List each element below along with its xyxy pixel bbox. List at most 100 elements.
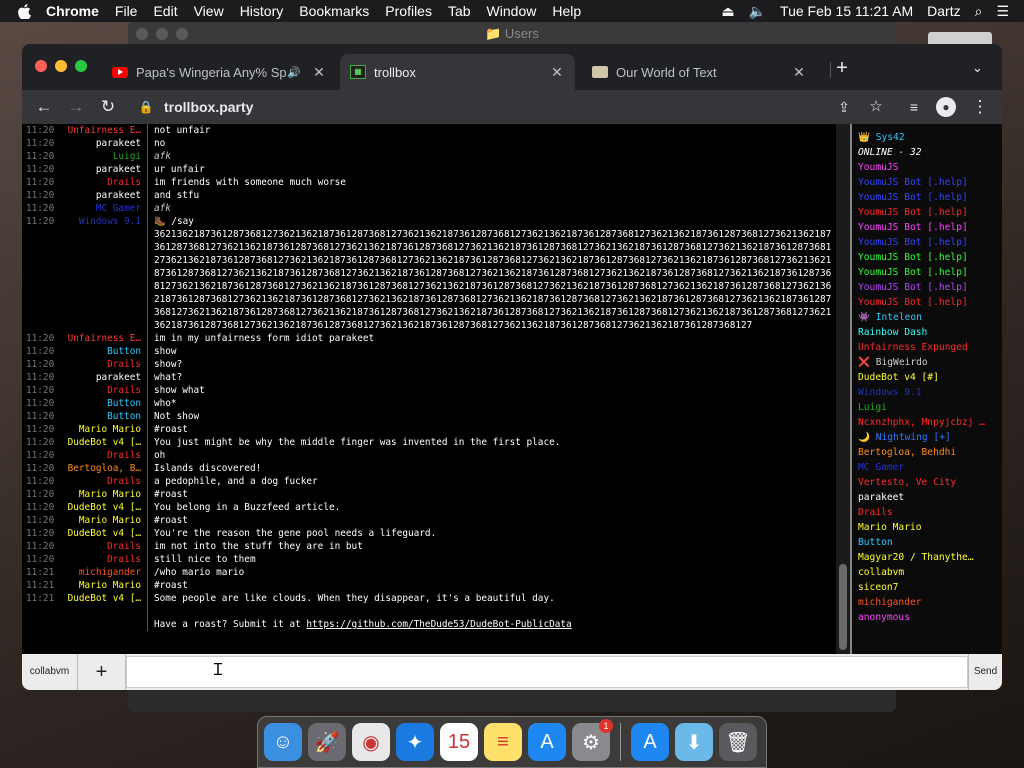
launchpad-icon[interactable]: 🚀	[308, 723, 346, 761]
user-list-item[interactable]: YoumuJS Bot [.help]	[852, 220, 1002, 235]
user-list-item[interactable]: Ncxnzhphx, Mnpyjcbzj …	[852, 415, 1002, 430]
user-list-item[interactable]: YoumuJS Bot [.help]	[852, 190, 1002, 205]
message-nickname[interactable]: Button	[58, 345, 148, 358]
menu-tab[interactable]: Tab	[440, 3, 479, 19]
tab-search-chevron-icon[interactable]: ⌄	[972, 60, 983, 76]
message-nickname[interactable]	[58, 618, 148, 631]
user-list-item[interactable]: YoumuJS Bot [.help]	[852, 235, 1002, 250]
message-nickname[interactable]: parakeet	[58, 371, 148, 384]
reload-icon[interactable]: ↻	[98, 97, 118, 117]
user-list-item[interactable]: YoumuJS Bot [.help]	[852, 205, 1002, 220]
menu-help[interactable]: Help	[544, 3, 589, 19]
spotlight-search-icon[interactable]: ⌕	[968, 3, 990, 20]
apple-icon[interactable]	[10, 3, 38, 19]
user-list-item[interactable]: YoumuJS	[852, 160, 1002, 175]
message-nickname[interactable]: Bertogloa, B…	[58, 462, 148, 475]
message-input[interactable]	[126, 656, 968, 688]
message-nickname[interactable]: Drails	[58, 358, 148, 371]
user-list-item[interactable]: YoumuJS Bot [.help]	[852, 280, 1002, 295]
back-arrow-icon[interactable]: ←	[34, 97, 54, 117]
message-nickname[interactable]: Mario Mario	[58, 488, 148, 501]
room-button[interactable]: collabvm	[22, 654, 78, 690]
volume-icon[interactable]: 🔈	[742, 3, 773, 20]
message-nickname[interactable]: Unfairness E…	[58, 332, 148, 345]
address-bar[interactable]: trollbox.party	[164, 95, 884, 119]
lock-icon[interactable]: 🔒	[136, 97, 156, 117]
menu-clock[interactable]: Tue Feb 15 11:21 AM	[773, 3, 920, 19]
user-list-item[interactable]: Mario Mario	[852, 520, 1002, 535]
user-list-item[interactable]: siceon7	[852, 580, 1002, 595]
user-list-item[interactable]: collabvm	[852, 565, 1002, 580]
menu-file[interactable]: File	[107, 3, 146, 19]
menu-user[interactable]: Dartz	[920, 3, 967, 19]
menu-view[interactable]: View	[186, 3, 232, 19]
message-nickname[interactable]: Mario Mario	[58, 514, 148, 527]
menu-edit[interactable]: Edit	[145, 3, 185, 19]
add-room-button[interactable]: +	[78, 654, 126, 690]
roast-submit-link[interactable]: https://github.com/TheDude53/DudeBot-Pub…	[306, 619, 571, 630]
close-tab-icon[interactable]: ✕	[549, 64, 565, 81]
chrome-icon[interactable]: ◉	[352, 723, 390, 761]
close-tab-icon[interactable]: ✕	[311, 64, 327, 81]
menu-window[interactable]: Window	[479, 3, 545, 19]
close-tab-icon[interactable]: ✕	[791, 64, 807, 81]
trash-icon[interactable]: 🗑	[719, 723, 757, 761]
user-list-item[interactable]: ❌ BigWeirdo	[852, 355, 1002, 370]
user-list-item[interactable]: MC Gamer	[852, 460, 1002, 475]
message-nickname[interactable]: parakeet	[58, 189, 148, 202]
user-list-item[interactable]: YoumuJS Bot [.help]	[852, 250, 1002, 265]
user-list-item[interactable]: Bertogloa, Behdhi	[852, 445, 1002, 460]
user-list-item[interactable]: YoumuJS Bot [.help]	[852, 175, 1002, 190]
message-nickname[interactable]: parakeet	[58, 163, 148, 176]
share-icon[interactable]: ⇪	[834, 97, 854, 117]
finder-icon[interactable]: ☺	[264, 723, 302, 761]
user-list-item[interactable]: Rainbow Dash	[852, 325, 1002, 340]
message-nickname[interactable]: Drails	[58, 540, 148, 553]
user-list-item[interactable]: Drails	[852, 505, 1002, 520]
message-nickname[interactable]: Drails	[58, 176, 148, 189]
menu-app-name[interactable]: Chrome	[38, 3, 107, 19]
user-list-item[interactable]: Vertesto, Ve City	[852, 475, 1002, 490]
message-nickname[interactable]	[58, 605, 148, 618]
message-nickname[interactable]: Mario Mario	[58, 579, 148, 592]
safari-icon[interactable]: ✦	[396, 723, 434, 761]
chat-log[interactable]: 11:20 Unfairness E… not unfair 11:20 parakee…	[22, 124, 834, 654]
message-nickname[interactable]	[58, 228, 148, 332]
tab-our-world-of-text[interactable]: Our World of Text ✕	[582, 54, 817, 90]
media-control-icon[interactable]: ≡	[904, 97, 924, 117]
message-nickname[interactable]: Button	[58, 410, 148, 423]
user-list-item[interactable]: YoumuJS Bot [.help]	[852, 295, 1002, 310]
bookmark-star-icon[interactable]: ☆	[866, 97, 886, 117]
new-tab-icon[interactable]: +	[832, 58, 852, 78]
user-list-item[interactable]: parakeet	[852, 490, 1002, 505]
menu-profiles[interactable]: Profiles	[377, 3, 440, 19]
message-nickname[interactable]: Drails	[58, 475, 148, 488]
close-window-button[interactable]	[35, 60, 47, 72]
message-nickname[interactable]: Drails	[58, 449, 148, 462]
user-list-item[interactable]: DudeBot v4 [#]	[852, 370, 1002, 385]
profile-avatar-icon[interactable]: ●	[936, 97, 956, 117]
message-nickname[interactable]: Drails	[58, 553, 148, 566]
user-list-item[interactable]: 🌙 Nightwing [+]	[852, 430, 1002, 445]
message-nickname[interactable]: DudeBot v4 […	[58, 436, 148, 449]
minimize-window-button[interactable]	[55, 60, 67, 72]
user-list-item[interactable]: Windows 9.1	[852, 385, 1002, 400]
notes-icon[interactable]: ≡	[484, 723, 522, 761]
message-nickname[interactable]: DudeBot v4 […	[58, 592, 148, 605]
user-list[interactable]: 👑 Sys42 ONLINE - 32 YoumuJS YoumuJS Bot [.…	[850, 124, 1002, 654]
user-list-item[interactable]: 👑 Sys42	[852, 130, 1002, 145]
message-nickname[interactable]: michigander	[58, 566, 148, 579]
message-nickname[interactable]: DudeBot v4 […	[58, 527, 148, 540]
eject-icon[interactable]: ⏏	[714, 3, 741, 20]
user-list-item[interactable]: Luigi	[852, 400, 1002, 415]
kebab-menu-icon[interactable]: ⋮	[970, 97, 990, 117]
control-center-icon[interactable]: ☰	[989, 3, 1016, 20]
chat-scrollbar[interactable]	[836, 124, 850, 654]
user-list-item[interactable]: michigander	[852, 595, 1002, 610]
message-nickname[interactable]: Unfairness E…	[58, 124, 148, 137]
menu-bookmarks[interactable]: Bookmarks	[291, 3, 377, 19]
downloads-folder-icon[interactable]: ⬇	[675, 723, 713, 761]
user-list-item[interactable]: YoumuJS Bot [.help]	[852, 265, 1002, 280]
message-nickname[interactable]: Drails	[58, 384, 148, 397]
user-list-item[interactable]: anonymous	[852, 610, 1002, 625]
